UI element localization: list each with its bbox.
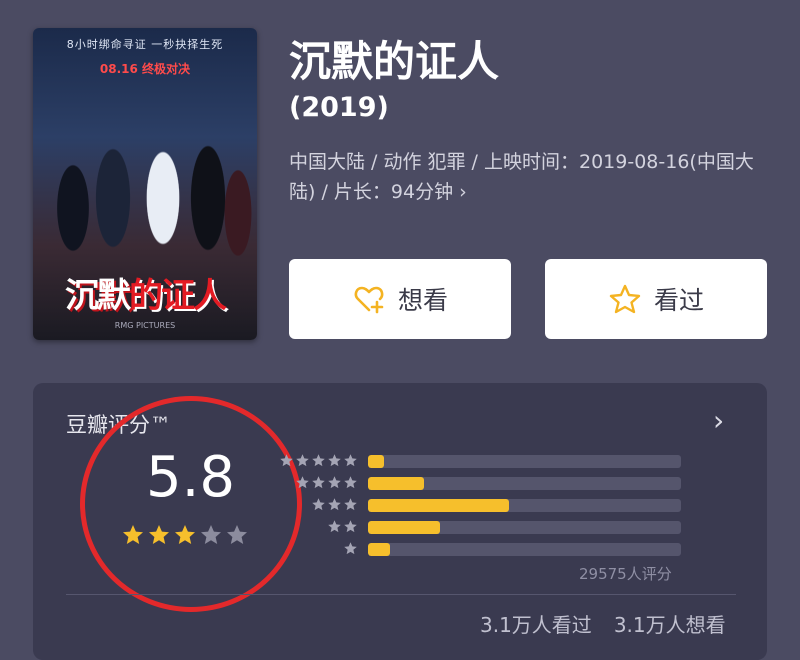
- poster-credits: RMG PICTURES: [114, 321, 176, 330]
- rating-card[interactable]: 豆瓣评分™ › 5.8 29575人评分 3.1万人看过 3.1万人想看: [33, 383, 767, 660]
- star-small-icon: [312, 498, 325, 511]
- movie-meta[interactable]: 中国大陆 / 动作 犯罪 / 上映时间：2019-08-16(中国大陆) / 片…: [289, 147, 769, 207]
- want-to-watch-button[interactable]: 想看: [289, 259, 511, 339]
- movie-meta-text: 中国大陆 / 动作 犯罪 / 上映时间：2019-08-16(中国大陆) / 片…: [289, 151, 754, 203]
- rating-bar-track: [368, 499, 681, 512]
- rating-count: 29575人评分: [579, 565, 672, 583]
- star-outline-icon: [609, 284, 641, 314]
- rating-row-1-star: [273, 541, 683, 557]
- poster-title-accent: 的证人: [129, 276, 227, 316]
- poster-tagline: 8小时绑命寻证 一秒抉择生死: [66, 38, 224, 51]
- watched-button[interactable]: 看过: [545, 259, 767, 339]
- seen-count[interactable]: 3.1万人看过: [480, 609, 592, 638]
- star-small-icon: [328, 454, 341, 467]
- star-small-icon: [344, 498, 357, 511]
- star-small-icon: [328, 520, 341, 533]
- rating-bar-fill: [368, 521, 440, 534]
- rating-bar-track: [368, 477, 681, 490]
- poster-date: 08.16 终极对决: [99, 62, 191, 76]
- star-small-icon: [344, 476, 357, 489]
- star-small-icon: [296, 476, 309, 489]
- rating-bar-track: [368, 521, 681, 534]
- want-count[interactable]: 3.1万人想看: [614, 609, 726, 638]
- rating-row-stars: [279, 453, 358, 468]
- rating-bar-fill: [368, 455, 384, 468]
- chevron-right-icon: ›: [459, 181, 467, 203]
- star-small-icon: [344, 542, 357, 555]
- movie-year: (2019): [289, 92, 389, 123]
- rating-bar-track: [368, 543, 681, 556]
- movie-poster[interactable]: 8小时绑命寻证 一秒抉择生死 08.16 终极对决 沉默的证人 RMG PICT…: [33, 28, 257, 340]
- rating-bar-fill: [368, 543, 390, 556]
- poster-title: 沉默的证人: [43, 268, 247, 317]
- seen-button-label: 看过: [653, 286, 704, 315]
- chevron-right-icon[interactable]: ›: [713, 407, 724, 435]
- rating-row-4-star: [273, 475, 683, 491]
- rating-row-stars: [343, 541, 358, 556]
- audience-stats: 3.1万人看过 3.1万人想看: [480, 609, 726, 638]
- star-small-icon: [280, 454, 293, 467]
- star-small-icon: [328, 476, 341, 489]
- rating-row-stars: [295, 475, 358, 490]
- divider: [66, 594, 736, 595]
- rating-row-5-star: [273, 453, 683, 469]
- star-small-icon: [312, 476, 325, 489]
- rating-bar-fill: [368, 477, 425, 490]
- highlight-circle: [80, 396, 302, 612]
- poster-title-main: 沉默: [65, 276, 131, 316]
- star-small-icon: [312, 454, 325, 467]
- heart-plus-icon: [354, 286, 384, 314]
- want-button-label: 想看: [397, 286, 448, 315]
- rating-row-3-star: [273, 497, 683, 513]
- star-small-icon: [328, 498, 341, 511]
- rating-row-2-star: [273, 519, 683, 535]
- rating-row-stars: [327, 519, 358, 534]
- star-small-icon: [296, 454, 309, 467]
- rating-bar-track: [368, 455, 681, 468]
- rating-row-stars: [311, 497, 358, 512]
- rating-bar-fill: [368, 499, 509, 512]
- star-small-icon: [344, 520, 357, 533]
- star-small-icon: [344, 454, 357, 467]
- movie-title: 沉默的证人: [289, 37, 500, 86]
- poster-figures: [33, 88, 257, 268]
